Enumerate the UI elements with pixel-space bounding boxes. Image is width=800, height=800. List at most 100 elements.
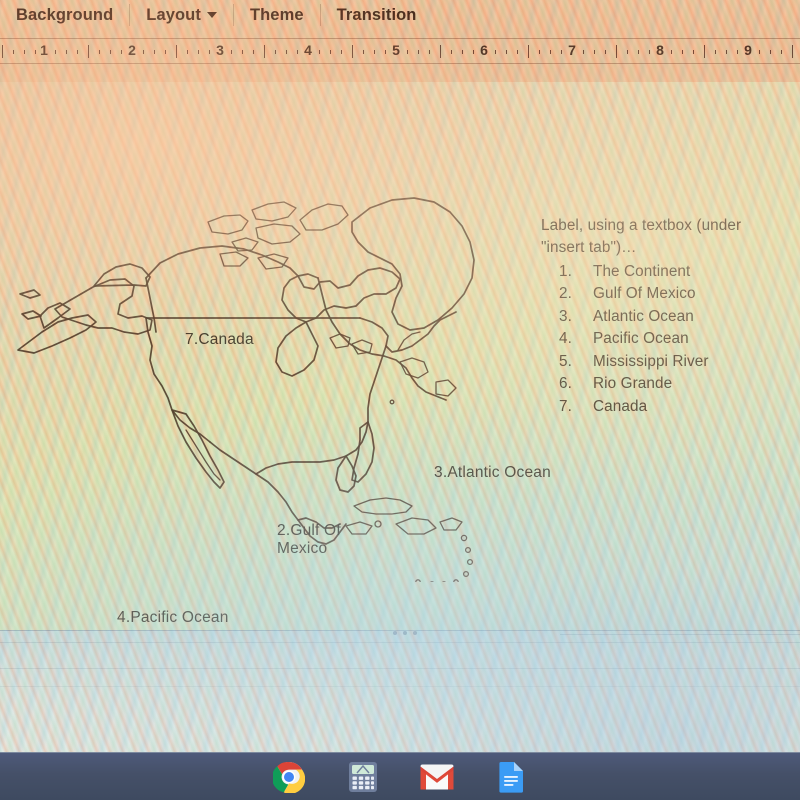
google-docs-icon[interactable] bbox=[494, 760, 528, 794]
instructions-intro-line-2: "insert tab")… bbox=[541, 239, 637, 257]
ruler-minor-tick bbox=[286, 50, 287, 54]
ruler-minor-tick bbox=[517, 50, 518, 54]
taskbar bbox=[0, 752, 800, 800]
gmail-icon[interactable] bbox=[420, 760, 454, 794]
ruler-minor-tick bbox=[330, 50, 331, 54]
ruler-minor-tick bbox=[770, 50, 771, 54]
ruler-minor-tick bbox=[297, 50, 298, 54]
ruler-minor-tick bbox=[407, 50, 408, 54]
ruler-minor-tick bbox=[35, 50, 36, 54]
ruler-major-tick bbox=[528, 45, 529, 58]
menu-item-theme[interactable]: Theme bbox=[234, 0, 320, 30]
list-item-number: 7. bbox=[559, 397, 572, 415]
ruler-number: 3 bbox=[216, 42, 224, 58]
list-item-number: 6. bbox=[559, 375, 572, 393]
ruler-major-tick bbox=[2, 45, 3, 58]
ruler-major-tick bbox=[264, 45, 265, 58]
ruler-minor-tick bbox=[451, 50, 452, 54]
ruler-minor-tick bbox=[759, 50, 760, 54]
app-toolbar-area: Background Layout Theme Transition 1 2 3 4 5… bbox=[0, 0, 800, 82]
map-label-canada[interactable]: 7.Canada bbox=[185, 331, 254, 349]
menu-item-background[interactable]: Background bbox=[0, 0, 129, 30]
calculator-icon[interactable] bbox=[346, 760, 380, 794]
ruler-minor-tick bbox=[539, 50, 540, 54]
ruler-minor-tick bbox=[649, 50, 650, 54]
ruler-minor-tick bbox=[121, 50, 122, 54]
ruler-minor-tick bbox=[154, 50, 155, 54]
ruler-minor-tick bbox=[429, 50, 430, 54]
ruler-minor-tick bbox=[495, 50, 496, 54]
list-item-label: Gulf Of Mexico bbox=[593, 285, 696, 303]
list-item-label: Rio Grande bbox=[593, 375, 673, 393]
divider bbox=[0, 642, 800, 643]
list-item-label: Atlantic Ocean bbox=[593, 307, 694, 325]
menu-item-transition[interactable]: Transition bbox=[321, 0, 433, 30]
list-item: 5. Mississippi River bbox=[559, 351, 793, 373]
ruler-minor-tick bbox=[605, 50, 606, 54]
list-item-number: 5. bbox=[559, 352, 572, 370]
ruler-minor-tick bbox=[242, 50, 243, 54]
ruler-number: 1 bbox=[40, 42, 48, 58]
map-label-pacific-ocean[interactable]: 4.Pacific Ocean bbox=[117, 609, 229, 627]
speaker-notes-handle[interactable] bbox=[393, 631, 417, 635]
ruler-minor-tick bbox=[781, 50, 782, 54]
menu-item-label: Transition bbox=[336, 5, 417, 24]
slide-canvas[interactable]: 7.Canada 3.Atlantic Ocean 2.Gulf Of Mexi… bbox=[0, 82, 800, 630]
ruler-major-tick bbox=[176, 45, 177, 58]
menu-item-label: Theme bbox=[249, 5, 304, 24]
ruler-major-tick bbox=[792, 45, 793, 58]
ruler-minor-tick bbox=[363, 50, 364, 54]
ruler-minor-tick bbox=[143, 50, 144, 54]
list-item-number: 2. bbox=[559, 285, 572, 303]
ruler-minor-tick bbox=[594, 50, 595, 54]
list-item: 4. Pacific Ocean bbox=[559, 328, 793, 350]
map-label-gulf-of-mexico[interactable]: 2.Gulf Of Mexico bbox=[277, 522, 341, 558]
menu-item-layout[interactable]: Layout bbox=[130, 0, 233, 30]
ruler-number: 8 bbox=[656, 42, 664, 58]
ruler-minor-tick bbox=[187, 50, 188, 54]
chrome-icon[interactable] bbox=[272, 760, 306, 794]
handle-dot bbox=[413, 631, 417, 635]
horizontal-ruler[interactable]: 1 2 3 4 5 6 7 8 9 bbox=[0, 38, 800, 64]
divider bbox=[0, 668, 800, 669]
list-item-number: 4. bbox=[559, 330, 572, 348]
handle-dot bbox=[393, 631, 397, 635]
ruler-minor-tick bbox=[341, 50, 342, 54]
ruler-minor-tick bbox=[506, 50, 507, 54]
ruler-minor-tick bbox=[627, 50, 628, 54]
ruler-minor-tick bbox=[418, 50, 419, 54]
ruler-minor-tick bbox=[583, 50, 584, 54]
list-item-number: 3. bbox=[559, 307, 572, 325]
menubar: Background Layout Theme Transition bbox=[0, 0, 800, 30]
ruler-minor-tick bbox=[638, 50, 639, 54]
list-item-label: Canada bbox=[593, 397, 648, 415]
ruler-number: 7 bbox=[568, 42, 576, 58]
list-item: 2. Gulf Of Mexico bbox=[559, 283, 793, 305]
ruler-minor-tick bbox=[253, 50, 254, 54]
instructions-textbox[interactable]: Label, using a textbox (under "insert ta… bbox=[541, 215, 793, 418]
list-item: 7. Canada bbox=[559, 396, 793, 418]
menu-item-label: Background bbox=[16, 5, 114, 24]
ruler-minor-tick bbox=[110, 50, 111, 54]
ruler-minor-tick bbox=[462, 50, 463, 54]
below-slide-area bbox=[0, 630, 800, 752]
ruler-number: 5 bbox=[392, 42, 400, 58]
ruler-minor-tick bbox=[55, 50, 56, 54]
list-item-label: Mississippi River bbox=[593, 352, 709, 370]
list-item-number: 1. bbox=[559, 262, 572, 280]
ruler-minor-tick bbox=[209, 50, 210, 54]
divider bbox=[0, 686, 800, 687]
list-item-label: The Continent bbox=[593, 262, 691, 280]
list-item: 6. Rio Grande bbox=[559, 373, 793, 395]
ruler-number: 4 bbox=[304, 42, 312, 58]
ruler-minor-tick bbox=[682, 50, 683, 54]
ruler-minor-tick bbox=[24, 50, 25, 54]
ruler-minor-tick bbox=[275, 50, 276, 54]
list-item-label: Pacific Ocean bbox=[593, 330, 689, 348]
map-label-atlantic-ocean[interactable]: 3.Atlantic Ocean bbox=[434, 464, 551, 482]
ruler-number: 6 bbox=[480, 42, 488, 58]
ruler-minor-tick bbox=[693, 50, 694, 54]
ruler-minor-tick bbox=[13, 50, 14, 54]
north-america-map-image[interactable] bbox=[0, 82, 530, 582]
divider bbox=[560, 634, 800, 635]
